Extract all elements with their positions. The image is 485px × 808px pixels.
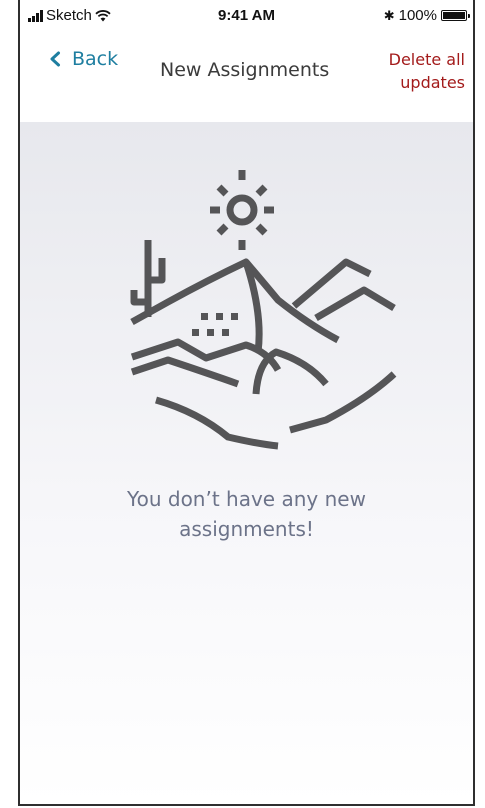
status-bar: Sketch 9:41 AM ✱ 100% xyxy=(20,0,473,34)
delete-all-updates-button[interactable]: Delete all updates xyxy=(389,48,465,94)
status-right: ✱ 100% xyxy=(383,7,470,24)
nav-bar: Back New Assignments Delete all updates xyxy=(20,34,473,122)
empty-message-line1: You don’t have any new xyxy=(127,487,366,511)
back-label: Back xyxy=(72,48,119,70)
empty-state-message: You don’t have any new assignments! xyxy=(60,484,433,544)
delete-label-line1: Delete all xyxy=(388,50,465,69)
phone-screen: Sketch 9:41 AM ✱ 100% Back New Assignmen… xyxy=(18,0,475,806)
desert-landscape-icon xyxy=(130,170,397,450)
battery-icon xyxy=(441,10,470,21)
back-button[interactable]: Back xyxy=(48,48,118,70)
chevron-left-icon xyxy=(50,51,60,67)
battery-level xyxy=(443,12,465,19)
delete-label-line2: updates xyxy=(400,73,465,92)
bluetooth-icon: ✱ xyxy=(383,7,395,23)
empty-message-line2: assignments! xyxy=(179,517,314,541)
empty-state-content: You don’t have any new assignments! xyxy=(20,122,473,804)
battery-percent: 100% xyxy=(398,7,437,24)
page-title: New Assignments xyxy=(160,59,330,81)
